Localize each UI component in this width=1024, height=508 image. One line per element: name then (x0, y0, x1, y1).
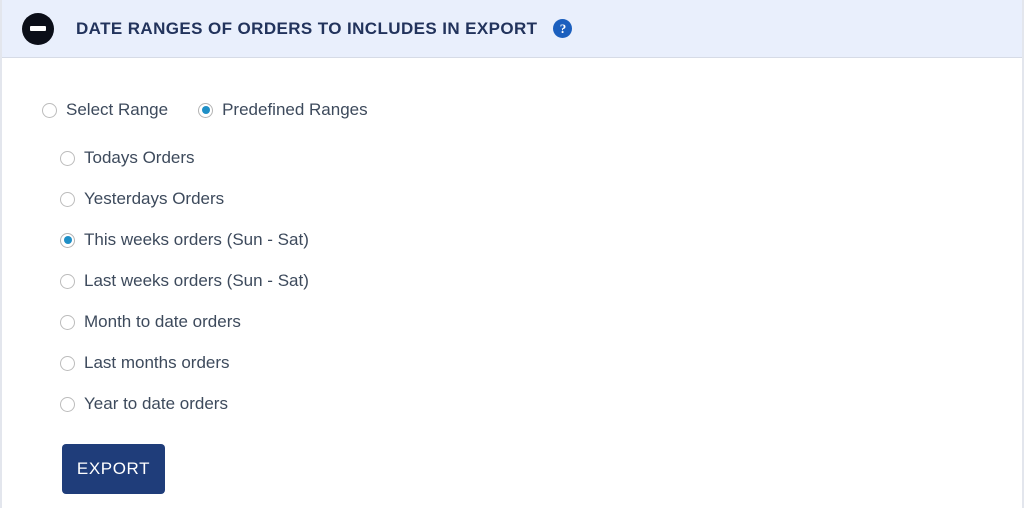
minus-circle-icon[interactable] (22, 12, 54, 45)
radio-todays-orders[interactable]: Todays Orders (60, 146, 1022, 170)
radio-last-weeks-orders[interactable]: Last weeks orders (Sun - Sat) (60, 269, 1022, 293)
radio-indicator[interactable] (60, 314, 75, 330)
radio-label: Last weeks orders (Sun - Sat) (84, 271, 309, 290)
radio-select-range[interactable]: Select Range (42, 100, 168, 120)
radio-indicator[interactable] (60, 396, 75, 412)
radio-label: Select Range (66, 100, 169, 119)
radio-indicator[interactable] (60, 191, 75, 207)
radio-indicator[interactable] (60, 273, 75, 289)
predefined-ranges-group: Todays Orders Yesterdays Orders This wee… (2, 146, 1022, 416)
radio-indicator[interactable] (60, 232, 75, 248)
radio-label: Yesterdays Orders (84, 189, 225, 208)
minus-bar (30, 26, 46, 31)
radio-indicator[interactable] (42, 102, 57, 118)
radio-this-weeks-orders[interactable]: This weeks orders (Sun - Sat) (60, 228, 1022, 252)
panel-header: DATE RANGES OF ORDERS TO INCLUDES IN EXP… (2, 0, 1022, 58)
range-mode-group: Select Range Predefined Ranges (2, 100, 1022, 120)
radio-month-to-date-orders[interactable]: Month to date orders (60, 310, 1022, 334)
radio-indicator[interactable] (60, 355, 75, 371)
radio-year-to-date-orders[interactable]: Year to date orders (60, 392, 1022, 416)
radio-label: Predefined Ranges (222, 100, 368, 119)
radio-label: Last months orders (84, 353, 230, 372)
panel-body: Select Range Predefined Ranges Todays Or… (2, 58, 1022, 494)
radio-yesterdays-orders[interactable]: Yesterdays Orders (60, 187, 1022, 211)
radio-label: Month to date orders (84, 312, 241, 331)
radio-last-months-orders[interactable]: Last months orders (60, 351, 1022, 375)
radio-indicator[interactable] (60, 150, 75, 166)
radio-label: Year to date orders (84, 394, 228, 413)
panel-title: DATE RANGES OF ORDERS TO INCLUDES IN EXP… (76, 18, 538, 38)
help-circle-icon[interactable]: ? (553, 19, 573, 38)
date-ranges-panel: DATE RANGES OF ORDERS TO INCLUDES IN EXP… (0, 0, 1024, 508)
radio-label: Todays Orders (84, 148, 195, 167)
export-button[interactable]: EXPORT (62, 444, 165, 494)
radio-predefined-ranges[interactable]: Predefined Ranges (198, 100, 368, 120)
radio-indicator[interactable] (198, 102, 214, 118)
radio-label: This weeks orders (Sun - Sat) (84, 230, 309, 249)
